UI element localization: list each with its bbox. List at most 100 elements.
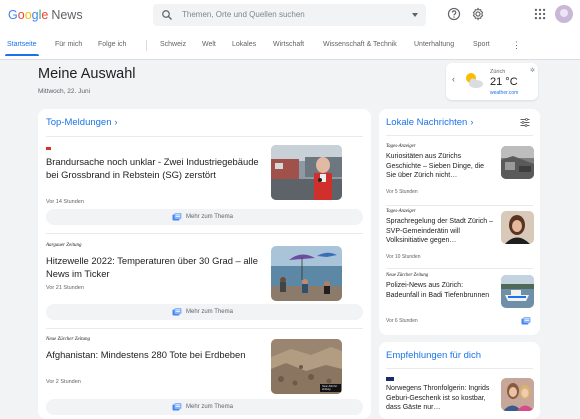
page-date: Mittwoch, 22. Juni xyxy=(38,88,91,95)
chevron-left-icon[interactable]: ‹ xyxy=(452,74,455,84)
more-sections-icon[interactable]: ⋮ xyxy=(512,40,521,51)
search-icon[interactable] xyxy=(161,9,173,21)
chevron-down-icon[interactable] xyxy=(412,13,418,17)
local-news-title[interactable]: Lokale Nachrichten › xyxy=(386,117,473,128)
logo-letter: o xyxy=(24,8,32,22)
more-coverage-button[interactable]: Mehr zum Thema xyxy=(46,399,363,415)
apps-grid-icon[interactable] xyxy=(533,7,547,21)
full-coverage-icon xyxy=(172,308,182,316)
story-headline[interactable]: Kuriositäten aus Zürichs Geschichte – Si… xyxy=(386,152,496,181)
story-thumbnail[interactable] xyxy=(271,145,342,200)
story-headline[interactable]: Polizei-News aus Zürich: Badeunfall in B… xyxy=(386,281,496,300)
story-time: Vor 21 Stunden xyxy=(46,285,84,291)
story-thumbnail[interactable]: Neue Zürcher Zeitung xyxy=(271,339,342,394)
story-headline[interactable]: Norwegens Thronfolgerin: Ingrids Geburi-… xyxy=(386,384,496,413)
google-news-logo[interactable]: Google News xyxy=(8,8,83,22)
publisher-name: Neue Zürcher Zeitung xyxy=(46,337,90,342)
publisher-name: Tages-Anzeiger xyxy=(386,209,416,214)
full-coverage-icon xyxy=(172,403,182,411)
tab-fuer-mich[interactable]: Für mich xyxy=(55,41,82,48)
more-coverage-button[interactable]: Mehr zum Thema xyxy=(46,304,363,320)
logo-news-label: News xyxy=(51,8,83,22)
more-coverage-label: Mehr zum Thema xyxy=(186,309,233,315)
avatar[interactable] xyxy=(555,5,573,23)
nav-divider xyxy=(146,40,147,51)
tab-sport[interactable]: Sport xyxy=(473,41,490,48)
logo-letter: e xyxy=(41,8,49,22)
recommended-card: Empfehlungen für dich Norwegens Thronfol… xyxy=(379,342,540,419)
story-thumbnail[interactable] xyxy=(271,246,342,301)
partly-cloudy-icon xyxy=(466,73,483,88)
local-story-item[interactable]: Tages-Anzeiger Kuriositäten aus Zürichs … xyxy=(386,144,534,199)
lake-beach-image xyxy=(271,246,342,301)
chevron-right-icon: › xyxy=(114,117,118,127)
divider xyxy=(46,136,363,137)
story-thumbnail[interactable] xyxy=(501,146,534,179)
publisher-name: Tages-Anzeiger xyxy=(386,144,416,149)
story-thumbnail[interactable] xyxy=(501,275,534,308)
gear-icon[interactable] xyxy=(471,7,485,21)
story-item[interactable]: Aargauer Zeitung Hitzewelle 2022: Temper… xyxy=(46,240,342,301)
top-stories-title-text: Top-Meldungen xyxy=(46,117,112,128)
local-news-title-text: Lokale Nachrichten xyxy=(386,117,468,128)
publisher-name: Aargauer Zeitung xyxy=(46,243,82,248)
local-story-item[interactable]: Tages-Anzeiger Sprachregelung der Stadt … xyxy=(386,209,534,264)
divider xyxy=(386,135,533,136)
header-divider xyxy=(0,59,580,60)
more-coverage-label: Mehr zum Thema xyxy=(186,404,233,410)
story-headline[interactable]: Brandursache noch unklar - Zwei Industri… xyxy=(46,155,261,181)
recommended-story-item[interactable]: Norwegens Thronfolgerin: Ingrids Geburi-… xyxy=(386,376,534,416)
tab-unterhaltung[interactable]: Unterhaltung xyxy=(414,41,454,48)
historic-photo-image xyxy=(501,146,534,179)
help-icon[interactable] xyxy=(447,7,461,21)
weather-settings-icon[interactable]: ✲ xyxy=(530,67,535,74)
story-thumbnail[interactable] xyxy=(501,211,534,244)
filter-settings-icon[interactable] xyxy=(520,118,530,127)
thumbnail-caption: Neue Zürcher Zeitung xyxy=(322,385,338,391)
weather-temperature: 21 °C xyxy=(490,76,518,88)
more-coverage-button[interactable]: Mehr zum Thema xyxy=(46,209,363,225)
story-time: Vor 10 Stunden xyxy=(386,254,421,260)
tab-folge-ich[interactable]: Folge ich xyxy=(98,41,126,48)
weather-city: Zürich xyxy=(490,69,506,75)
story-thumbnail[interactable] xyxy=(501,378,534,411)
portrait-image xyxy=(501,211,534,244)
publisher-name: Neue Zürcher Zeitung xyxy=(386,273,429,278)
tab-wissenschaft-technik[interactable]: Wissenschaft & Technik xyxy=(323,41,397,48)
story-time: Vor 6 Stunden xyxy=(386,318,418,324)
chevron-right-icon: › xyxy=(470,117,474,127)
full-coverage-icon xyxy=(172,213,182,221)
local-story-item[interactable]: Neue Zürcher Zeitung Polizei-News aus Zü… xyxy=(386,273,534,328)
search-placeholder: Themen, Orte und Quellen suchen xyxy=(182,10,305,19)
story-time: Vor 5 Stunden xyxy=(386,189,418,195)
story-headline[interactable]: Hitzewelle 2022: Temperaturen über 30 Gr… xyxy=(46,254,261,280)
divider xyxy=(386,268,533,269)
story-item[interactable]: Brandursache noch unklar - Zwei Industri… xyxy=(46,145,342,205)
divider xyxy=(46,328,363,329)
header-bar: Google News Themen, Orte und Quellen such… xyxy=(0,0,580,60)
full-coverage-icon[interactable] xyxy=(521,317,531,325)
tab-lokales[interactable]: Lokales xyxy=(232,41,256,48)
weather-source-link[interactable]: weather.com xyxy=(490,90,518,96)
tab-startseite[interactable]: Startseite xyxy=(7,41,37,48)
recommended-title[interactable]: Empfehlungen für dich xyxy=(386,350,481,361)
story-headline[interactable]: Sprachregelung der Stadt Zürich – SVP-Ge… xyxy=(386,217,496,246)
divider xyxy=(386,205,533,206)
top-stories-title[interactable]: Top-Meldungen › xyxy=(46,117,118,128)
weather-widget[interactable]: ‹ Zürich 21 °C weather.com ✲ xyxy=(446,63,538,100)
tab-schweiz[interactable]: Schweiz xyxy=(160,41,186,48)
story-item[interactable]: Neue Zürcher Zeitung Afghanistan: Mindes… xyxy=(46,336,342,396)
logo-letter: o xyxy=(17,8,25,22)
royal-portrait-image xyxy=(501,378,534,411)
more-coverage-label: Mehr zum Thema xyxy=(186,214,233,220)
search-input[interactable]: Themen, Orte und Quellen suchen xyxy=(153,4,426,26)
logo-letter: G xyxy=(8,8,18,22)
divider xyxy=(386,368,533,369)
publisher-logo xyxy=(46,147,51,150)
divider xyxy=(46,233,363,234)
local-news-card: Lokale Nachrichten › Tages-Anzeiger Kurio… xyxy=(379,109,540,335)
publisher-logo xyxy=(386,377,394,381)
tab-welt[interactable]: Welt xyxy=(202,41,216,48)
story-headline[interactable]: Afghanistan: Mindestens 280 Tote bei Erd… xyxy=(46,348,261,361)
tab-wirtschaft[interactable]: Wirtschaft xyxy=(273,41,304,48)
